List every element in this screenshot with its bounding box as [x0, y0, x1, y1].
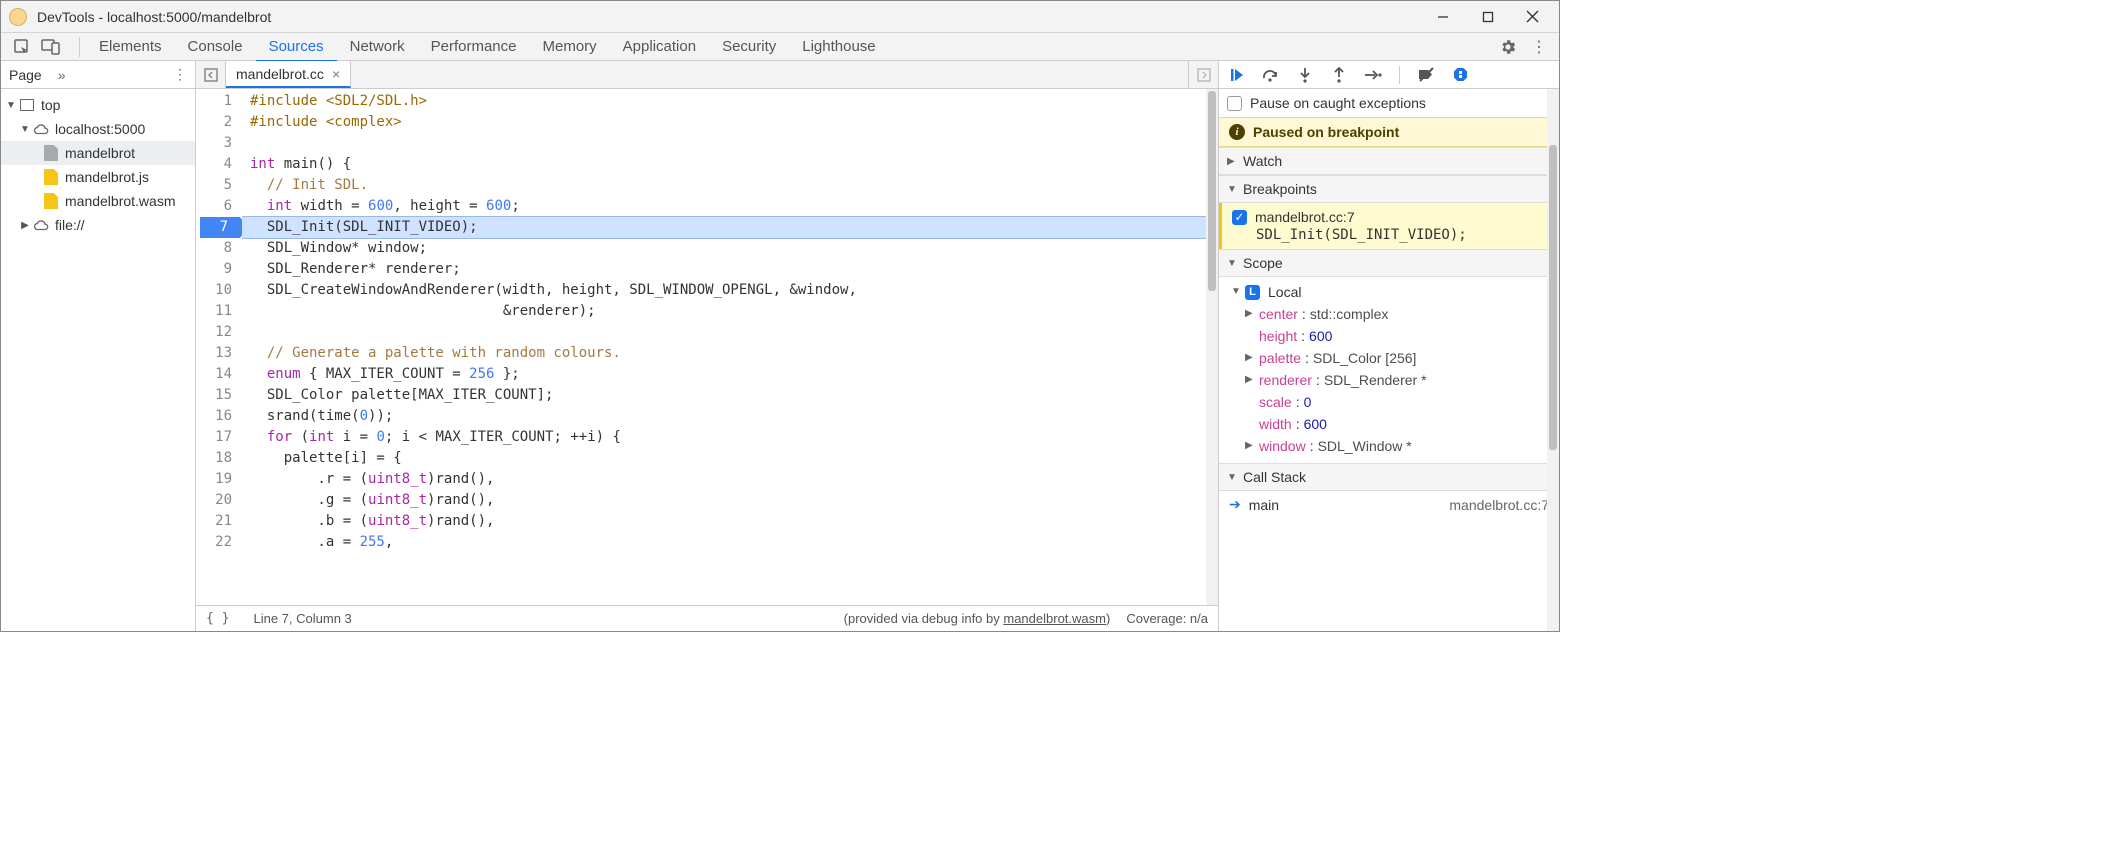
device-toolbar-icon[interactable] — [41, 38, 61, 55]
scope-variable[interactable]: scale: 0 — [1227, 391, 1559, 413]
deactivate-breakpoints-button[interactable] — [1416, 65, 1436, 85]
file-icon — [44, 145, 58, 161]
scope-body: ▼LLocal ▶center: std::complexheight: 600… — [1219, 277, 1559, 463]
cloud-icon — [33, 123, 49, 136]
inspect-icon[interactable] — [13, 38, 31, 56]
maximize-button[interactable] — [1465, 2, 1510, 32]
section-breakpoints[interactable]: ▼Breakpoints — [1219, 175, 1559, 203]
tree-file-scheme[interactable]: ▶ file:// — [1, 213, 195, 237]
sidebar-menu-icon[interactable]: ⋮ — [173, 66, 187, 83]
file-icon — [44, 169, 58, 185]
coverage-status: Coverage: n/a — [1126, 611, 1208, 626]
tree-file-mandelbrot-js[interactable]: mandelbrot.js — [1, 165, 195, 189]
pretty-print-icon[interactable]: { } — [206, 611, 229, 626]
tab-elements[interactable]: Elements — [86, 33, 175, 61]
checkbox-icon[interactable] — [1232, 210, 1247, 225]
tab-memory[interactable]: Memory — [530, 33, 610, 61]
code-content[interactable]: #include <SDL2/SDL.h>#include <complex>i… — [242, 89, 1218, 605]
section-watch[interactable]: ▶Watch — [1219, 147, 1559, 175]
titlebar: DevTools - localhost:5000/mandelbrot — [1, 1, 1559, 33]
file-tree: ▼ top ▼ localhost:5000 mandelbrot mandel… — [1, 89, 195, 631]
settings-gear-icon[interactable] — [1499, 38, 1517, 56]
editor-nav-back-icon[interactable] — [196, 61, 226, 88]
tree-file-mandelbrot[interactable]: mandelbrot — [1, 141, 195, 165]
sidebar-more-tabs-icon[interactable]: » — [58, 67, 66, 83]
devtools-tabs: Elements Console Sources Network Perform… — [1, 33, 1559, 61]
tab-application[interactable]: Application — [610, 33, 709, 61]
close-button[interactable] — [1510, 2, 1555, 32]
tab-console[interactable]: Console — [175, 33, 256, 61]
scope-variable[interactable]: width: 600 — [1227, 413, 1559, 435]
step-over-button[interactable] — [1261, 65, 1281, 85]
editor-tab-label: mandelbrot.cc — [236, 66, 324, 82]
tab-network[interactable]: Network — [337, 33, 418, 61]
scope-variable[interactable]: ▶renderer: SDL_Renderer * — [1227, 369, 1559, 391]
frame-icon — [20, 99, 34, 111]
paused-banner: i Paused on breakpoint — [1219, 117, 1559, 147]
editor-scrollbar[interactable] — [1206, 89, 1218, 605]
scope-local[interactable]: ▼LLocal — [1227, 281, 1559, 303]
section-callstack[interactable]: ▼Call Stack — [1219, 463, 1559, 491]
tab-security[interactable]: Security — [709, 33, 789, 61]
debug-info-link[interactable]: mandelbrot.wasm — [1003, 611, 1106, 626]
callstack-frame[interactable]: ➔ main mandelbrot.cc:7 — [1219, 491, 1559, 518]
pause-on-caught-option[interactable]: Pause on caught exceptions — [1219, 89, 1559, 117]
debugger-panel: Pause on caught exceptions i Paused on b… — [1219, 61, 1559, 631]
debugger-toolbar — [1219, 61, 1559, 89]
step-button[interactable] — [1363, 65, 1383, 85]
sidebar-tab-page[interactable]: Page — [9, 67, 54, 83]
resume-button[interactable] — [1227, 65, 1247, 85]
scope-variable[interactable]: height: 600 — [1227, 325, 1559, 347]
tree-origin[interactable]: ▼ localhost:5000 — [1, 117, 195, 141]
pause-on-exceptions-button[interactable] — [1450, 65, 1470, 85]
editor-file-tab[interactable]: mandelbrot.cc × — [226, 61, 351, 88]
tab-sources[interactable]: Sources — [256, 33, 337, 61]
cloud-icon — [33, 219, 49, 232]
source-editor: mandelbrot.cc × 123456789101112131415161… — [196, 61, 1219, 631]
more-menu-icon[interactable]: ⋮ — [1531, 37, 1547, 57]
info-icon: i — [1229, 124, 1245, 140]
scope-variable[interactable]: ▶window: SDL_Window * — [1227, 435, 1559, 457]
local-badge-icon: L — [1245, 285, 1260, 300]
section-scope[interactable]: ▼Scope — [1219, 249, 1559, 277]
devtools-app-icon — [9, 8, 27, 26]
breakpoint-item[interactable]: mandelbrot.cc:7 SDL_Init(SDL_INIT_VIDEO)… — [1219, 203, 1559, 249]
step-out-button[interactable] — [1329, 65, 1349, 85]
tree-top[interactable]: ▼ top — [1, 93, 195, 117]
window-title: DevTools - localhost:5000/mandelbrot — [37, 9, 271, 25]
page-sidebar: Page » ⋮ ▼ top ▼ localhost:5000 mandelbr… — [1, 61, 196, 631]
close-tab-icon[interactable]: × — [332, 66, 340, 82]
debug-info-source: (provided via debug info by mandelbrot.w… — [844, 611, 1111, 626]
minimize-button[interactable] — [1420, 2, 1465, 32]
tab-performance[interactable]: Performance — [418, 33, 530, 61]
cursor-position: Line 7, Column 3 — [253, 611, 351, 626]
file-icon — [44, 193, 58, 209]
checkbox-icon[interactable] — [1227, 96, 1242, 111]
tree-file-mandelbrot-wasm[interactable]: mandelbrot.wasm — [1, 189, 195, 213]
scope-variable[interactable]: ▶center: std::complex — [1227, 303, 1559, 325]
editor-nav-forward-icon[interactable] — [1188, 61, 1218, 88]
scope-variable[interactable]: ▶palette: SDL_Color [256] — [1227, 347, 1559, 369]
tab-lighthouse[interactable]: Lighthouse — [789, 33, 888, 61]
current-frame-arrow-icon: ➔ — [1229, 496, 1241, 513]
line-gutter[interactable]: 12345678910111213141516171819202122 — [196, 89, 242, 605]
step-into-button[interactable] — [1295, 65, 1315, 85]
